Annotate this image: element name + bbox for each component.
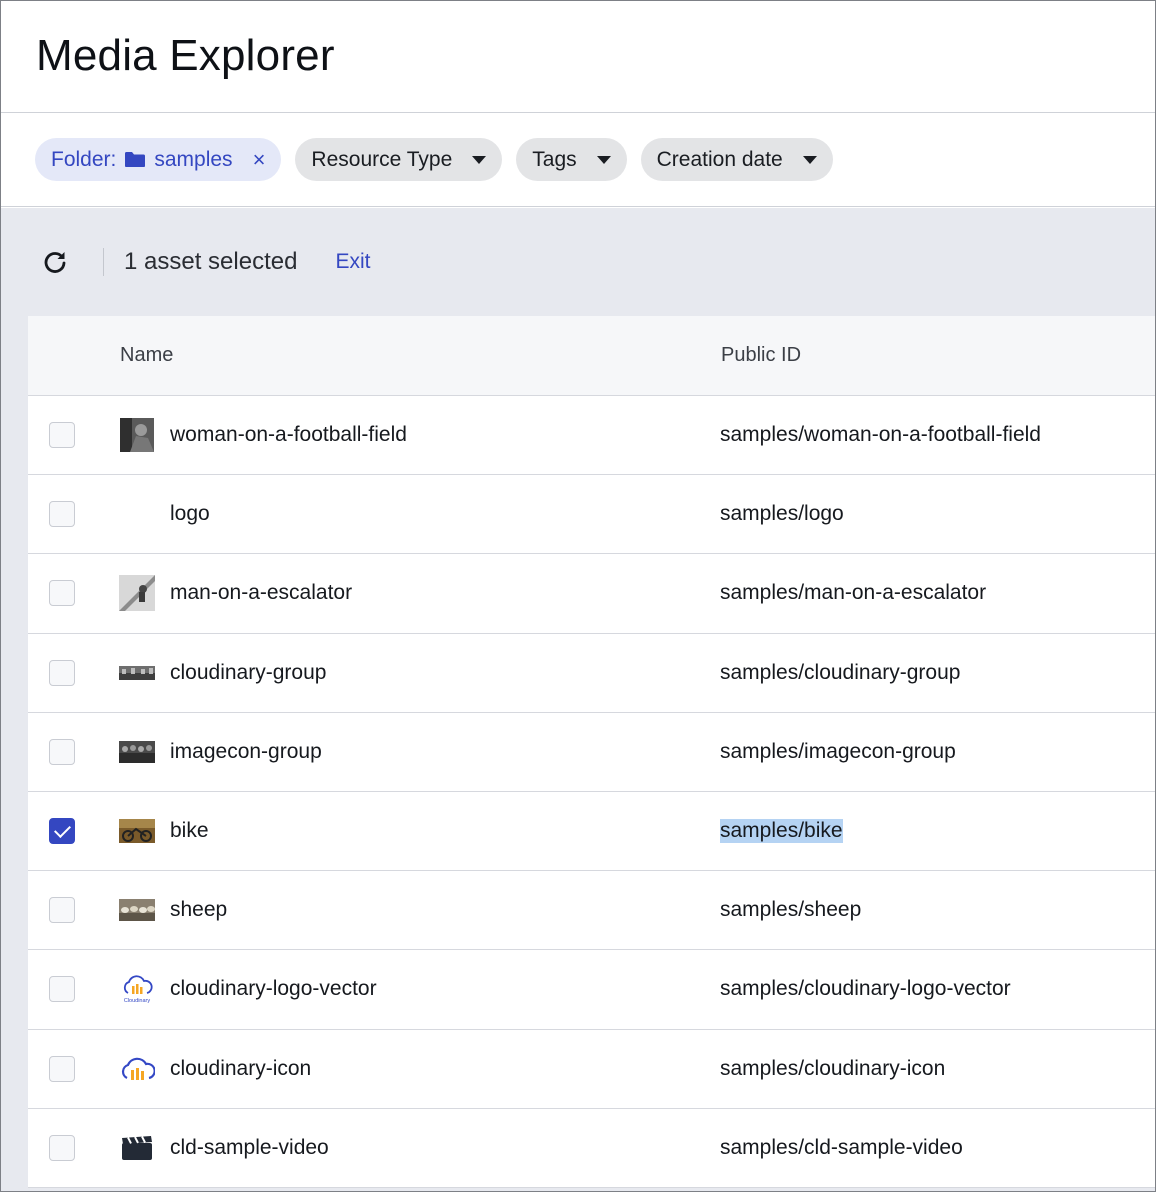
column-header-name[interactable]: Name <box>120 344 173 367</box>
exit-selection-button[interactable]: Exit <box>335 250 370 274</box>
refresh-icon[interactable] <box>41 248 69 276</box>
table-row[interactable]: logo samples/logo <box>28 475 1155 555</box>
assets-table: Name Public ID woman-on-a-football-field… <box>28 316 1155 1188</box>
row-checkbox[interactable] <box>49 1055 75 1082</box>
tags-filter[interactable]: Tags <box>516 138 627 181</box>
table-row[interactable]: cloudinary-group samples/cloudinary-grou… <box>28 634 1155 713</box>
toolbar-divider <box>103 248 104 276</box>
column-header-public-id[interactable]: Public ID <box>721 344 801 367</box>
video-clapper-icon <box>119 1130 155 1166</box>
table-row[interactable]: woman-on-a-football-field samples/woman-… <box>28 396 1155 476</box>
selected-count: 1 asset selected <box>124 248 298 275</box>
asset-thumbnail <box>119 892 155 928</box>
content-area: 1 asset selected Exit Name Public ID wom… <box>1 208 1155 1191</box>
asset-public-id: samples/man-on-a-escalator <box>720 581 987 605</box>
asset-thumbnail <box>119 734 155 770</box>
row-checkbox[interactable] <box>49 659 75 686</box>
asset-thumbnail <box>119 813 155 849</box>
folder-filter-chip[interactable]: Folder: samples × <box>35 138 282 181</box>
row-checkbox[interactable] <box>49 501 75 528</box>
asset-name: sheep <box>170 898 228 922</box>
table-header: Name Public ID <box>28 316 1155 396</box>
asset-name: imagecon-group <box>170 739 322 763</box>
asset-name: bike <box>170 819 209 843</box>
filter-bar: Folder: samples × Resource Type Tags Cre… <box>1 113 1155 207</box>
asset-name: cld-sample-video <box>170 1135 329 1159</box>
asset-thumbnail <box>119 655 155 691</box>
resource-type-filter[interactable]: Resource Type <box>295 138 503 181</box>
folder-icon <box>124 151 146 168</box>
asset-name: cloudinary-logo-vector <box>170 977 377 1001</box>
asset-public-id: samples/cld-sample-video <box>720 1135 963 1159</box>
row-checkbox[interactable] <box>49 580 75 607</box>
caret-down-icon <box>802 155 817 164</box>
page-title: Media Explorer <box>36 31 335 80</box>
asset-name: logo <box>170 502 210 526</box>
caret-down-icon <box>472 155 487 164</box>
table-row[interactable]: bike samples/bike <box>28 792 1155 872</box>
asset-name: man-on-a-escalator <box>170 581 353 605</box>
asset-name: woman-on-a-football-field <box>170 423 407 447</box>
row-checkbox[interactable] <box>49 976 75 1003</box>
row-checkbox[interactable] <box>49 422 75 449</box>
folder-filter-label: Folder: <box>51 147 117 171</box>
asset-name: cloudinary-icon <box>170 1056 312 1080</box>
row-checkbox[interactable] <box>49 1134 75 1161</box>
asset-public-id: samples/bike <box>720 819 843 844</box>
asset-public-id: samples/sheep <box>720 898 862 922</box>
close-icon[interactable]: × <box>253 148 266 171</box>
asset-public-id: samples/cloudinary-icon <box>720 1056 946 1080</box>
asset-public-id: samples/cloudinary-group <box>720 660 961 684</box>
resource-type-label: Resource Type <box>311 147 453 171</box>
cloudinary-cloud-icon <box>119 1051 155 1087</box>
tags-label: Tags <box>532 147 577 171</box>
row-checkbox-checked[interactable] <box>49 818 75 845</box>
asset-public-id: samples/woman-on-a-football-field <box>720 423 1041 447</box>
row-checkbox[interactable] <box>49 897 75 924</box>
asset-thumbnail <box>119 417 155 453</box>
table-row[interactable]: cld-sample-video samples/cld-sample-vide… <box>28 1109 1155 1188</box>
asset-thumbnail <box>119 575 155 612</box>
cloudinary-logo-icon: Cloudinary <box>119 971 155 1007</box>
table-row[interactable]: cloudinary-icon samples/cloudinary-icon <box>28 1030 1155 1109</box>
table-row[interactable]: Cloudinary cloudinary-logo-vector sample… <box>28 950 1155 1030</box>
media-explorer-window: Media Explorer Folder: samples × Resourc… <box>0 0 1156 1192</box>
row-checkbox[interactable] <box>49 738 75 765</box>
cloudinary-logo-text: Cloudinary <box>124 998 151 1004</box>
asset-public-id: samples/imagecon-group <box>720 739 956 763</box>
table-row[interactable]: sheep samples/sheep <box>28 871 1155 951</box>
folder-filter-value: samples <box>154 147 233 171</box>
asset-name: cloudinary-group <box>170 660 327 684</box>
creation-date-filter[interactable]: Creation date <box>640 138 833 181</box>
table-row[interactable]: man-on-a-escalator samples/man-on-a-esca… <box>28 554 1155 634</box>
caret-down-icon <box>596 155 611 164</box>
asset-public-id: samples/logo <box>720 502 844 526</box>
page-header: Media Explorer <box>1 1 1155 113</box>
selection-toolbar: 1 asset selected Exit <box>1 208 1155 316</box>
table-row[interactable]: imagecon-group samples/imagecon-group <box>28 713 1155 792</box>
blank-thumbnail <box>119 496 155 532</box>
asset-public-id: samples/cloudinary-logo-vector <box>720 977 1011 1001</box>
creation-date-label: Creation date <box>656 147 783 171</box>
